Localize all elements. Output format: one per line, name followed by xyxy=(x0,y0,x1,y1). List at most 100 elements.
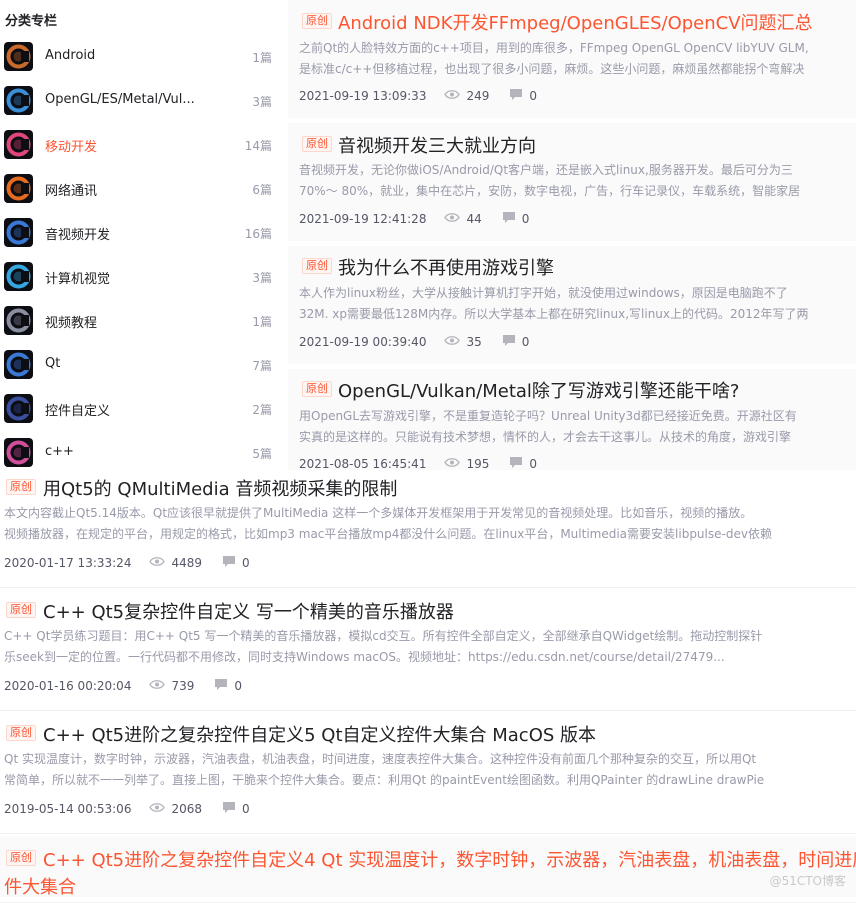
divider xyxy=(0,587,856,588)
article-summary-line: 之前Qt的人脸特效方面的c++项目，用到的库很多，FFmpeg OpenGL O… xyxy=(299,41,809,55)
comment-icon xyxy=(222,555,236,571)
sidebar-item-count: 1篇 xyxy=(252,51,272,65)
article-summary-line: C++ Qt学员练习题目：用C++ Qt5 写一个精美的音乐播放器，模拟cd交互… xyxy=(4,629,763,643)
article-card[interactable]: 原创 C++ Qt5复杂控件自定义 写一个精美的音乐播放器 C++ Qt学员练习题目… xyxy=(0,593,856,705)
article-title[interactable]: C++ Qt5复杂控件自定义 写一个精美的音乐播放器 xyxy=(43,598,454,624)
original-tag: 原创 xyxy=(6,850,36,866)
publish-date: 2021-09-19 13:09:33 xyxy=(299,89,427,103)
category-thumbnail xyxy=(4,130,33,159)
article-summary-line: 本人作为linux粉丝，大学从接触计算机打字开始，就没使用过windows，原因… xyxy=(299,286,788,300)
comment-count: 0 xyxy=(242,802,250,816)
sidebar-item-count: 5篇 xyxy=(252,447,272,461)
view-count: 249 xyxy=(466,89,490,103)
article-card[interactable]: 原创 C++ Qt5进阶之复杂控件自定义4 Qt 实现温度计，数字时钟，示波器，汽… xyxy=(0,837,856,897)
category-thumbnail xyxy=(4,350,33,379)
article-title[interactable]: C++ Qt5进阶之复杂控件自定义5 Qt自定义控件大集合 MacOS 版本 xyxy=(43,721,596,747)
article-card[interactable]: 原创 用Qt5的 QMultiMedia 音频视频采集的限制本文内容截止Qt5.1… xyxy=(0,470,856,582)
original-tag: 原创 xyxy=(6,725,36,741)
sidebar-item[interactable]: 网络通讯 6篇 xyxy=(0,167,284,211)
category-thumbnail xyxy=(4,42,33,71)
sidebar-item-label: 网络通讯 xyxy=(45,184,98,199)
sidebar-item[interactable]: Qt 7篇 xyxy=(0,343,284,387)
publish-date: 2019-05-14 00:53:06 xyxy=(4,802,132,816)
sidebar-item-count: 3篇 xyxy=(252,95,272,109)
sidebar-item[interactable]: OpenGL/ES/Metal/Vul... 3篇 xyxy=(0,79,284,123)
sidebar-item-count: 16篇 xyxy=(244,227,272,241)
sidebar-item[interactable]: c++ 5篇 xyxy=(0,431,284,470)
article-meta: 2021-08-05 16:45:41 195 0 xyxy=(299,456,537,470)
original-tag: 原创 xyxy=(6,479,36,495)
sidebar-item[interactable]: Android 1篇 xyxy=(0,35,284,79)
sidebar-item[interactable]: 音视频开发 16篇 xyxy=(0,211,284,255)
category-thumbnail xyxy=(4,174,33,203)
comment-count: 0 xyxy=(234,679,242,693)
article-title[interactable]: 我为什么不再使用游戏引擎 xyxy=(338,254,554,280)
article-card[interactable]: 原创 我为什么不再使用游戏引擎 本人作为linux粉丝，大学从接触计算机打字开始，就… xyxy=(288,246,856,364)
sidebar-item-label: Qt xyxy=(45,356,61,371)
sidebar-item-label: Android xyxy=(45,48,96,63)
article-summary-line: 本文内容截止Qt5.14版本。Qt应该很早就提供了MultiMedia 这样一个… xyxy=(4,506,753,520)
eye-icon xyxy=(149,556,166,570)
divider xyxy=(0,710,856,711)
article-summary-line: 是标准c/c++但移植过程，也出现了很多小问题，麻烦。这些小问题，麻烦虽然都能拐… xyxy=(299,62,805,76)
article-title-continued[interactable]: 件大集合 xyxy=(4,873,76,897)
article-summary-line: 用OpenGL去写游戏引擎，不是重复造轮子吗？Unreal Unity3d都已经… xyxy=(299,409,797,423)
article-meta: 2021-09-19 12:41:28 44 0 xyxy=(299,211,529,227)
article-title[interactable]: 用Qt5的 QMultiMedia 音频视频采集的限制 xyxy=(43,475,397,501)
sidebar-item[interactable]: 计算机视觉 3篇 xyxy=(0,255,284,299)
comment-count: 0 xyxy=(242,556,250,570)
article-meta: 2021-09-19 00:39:40 35 0 xyxy=(299,334,529,350)
article-summary-line: 常简单，所以就不一一列举了。直接上图，干脆来个控件大集合。要点：利用Qt 的pa… xyxy=(4,773,765,787)
comment-icon xyxy=(222,801,236,817)
article-summary-line: 70%～ 80%，就业，集中在芯片，安防，数字电视，广告，行车记录仪，车载系统，… xyxy=(299,184,801,198)
eye-icon xyxy=(149,802,166,816)
sidebar-item-label: 视频教程 xyxy=(45,316,98,331)
sidebar-title: 分类专栏 xyxy=(5,14,58,29)
sidebar-item-label: 控件自定义 xyxy=(45,404,111,419)
sidebar-item-count: 2篇 xyxy=(252,403,272,417)
article-card[interactable]: 原创 Android NDK开发FFmpeg/OpenGLES/OpenCV问题汇… xyxy=(288,0,856,118)
original-tag: 原创 xyxy=(302,13,332,29)
sidebar-item-count: 1篇 xyxy=(252,315,272,329)
article-title[interactable]: OpenGL/Vulkan/Metal除了写游戏引擎还能干啥? xyxy=(338,377,739,403)
view-count: 2068 xyxy=(171,802,202,816)
article-card[interactable]: 原创 C++ Qt5进阶之复杂控件自定义5 Qt自定义控件大集合 MacOS 版本… xyxy=(0,716,856,828)
category-sidebar: 分类专栏 Android 1篇 OpenGL/ES/Metal/Vul... 3篇 移动… xyxy=(0,0,284,470)
article-meta: 2021-09-19 13:09:33 249 0 xyxy=(299,88,537,104)
article-summary-line: 32M. xp需要最低128M内存。所以大学基本上都在研究linux,写linu… xyxy=(299,307,809,321)
article-card[interactable]: 原创 OpenGL/Vulkan/Metal除了写游戏引擎还能干啥? 用OpenGL… xyxy=(288,369,856,470)
eye-icon xyxy=(444,457,461,470)
view-count: 4489 xyxy=(171,556,202,570)
sidebar-item-label: 音视频开发 xyxy=(45,228,111,243)
comment-icon xyxy=(214,678,228,694)
sidebar-item[interactable]: 控件自定义 2篇 xyxy=(0,387,284,431)
publish-date: 2021-08-05 16:45:41 xyxy=(299,457,427,470)
sidebar-item-label: 移动开发 xyxy=(45,140,98,155)
sidebar-item-count: 6篇 xyxy=(252,183,272,197)
category-thumbnail xyxy=(4,394,33,423)
publish-date: 2021-09-19 12:41:28 xyxy=(299,212,427,226)
sidebar-item-count: 14篇 xyxy=(244,139,272,153)
article-title[interactable]: 音视频开发三大就业方向 xyxy=(338,132,536,158)
sidebar-item[interactable]: 移动开发 14篇 xyxy=(0,123,284,167)
article-meta: 2019-05-14 00:53:06 2068 0 xyxy=(4,801,250,817)
comment-icon xyxy=(509,88,523,104)
comment-icon xyxy=(502,334,516,350)
original-tag: 原创 xyxy=(302,381,332,397)
sidebar-item-count: 3篇 xyxy=(252,271,272,285)
article-summary-line: 乐seek到一定的位置。一行代码都不用修改，同时支持Windows macOS。… xyxy=(4,650,725,664)
article-title[interactable]: Android NDK开发FFmpeg/OpenGLES/OpenCV问题汇总 xyxy=(338,9,813,35)
article-title[interactable]: C++ Qt5进阶之复杂控件自定义4 Qt 实现温度计，数字时钟，示波器，汽油表… xyxy=(43,846,856,872)
view-count: 195 xyxy=(466,457,490,470)
article-meta: 2020-01-16 00:20:04 739 0 xyxy=(4,678,242,694)
sidebar-item[interactable]: 视频教程 1篇 xyxy=(0,299,284,343)
article-summary-line: 视频播放器，在规定的平台，用规定的格式，比如mp3 mac平台播放mp4都没什么… xyxy=(4,527,772,541)
view-count: 44 xyxy=(466,212,482,226)
publish-date: 2020-01-16 00:20:04 xyxy=(4,679,132,693)
article-card[interactable]: 原创 音视频开发三大就业方向 音视频开发，无论你做iOS/Android/Qt客户端… xyxy=(288,123,856,241)
view-count: 739 xyxy=(171,679,195,693)
publish-date: 2021-09-19 00:39:40 xyxy=(299,335,427,349)
sidebar-item-label: OpenGL/ES/Metal/Vul... xyxy=(45,92,195,107)
comment-count: 0 xyxy=(521,335,530,349)
article-summary-line: 实真的是这样的。只能说有技术梦想，情怀的人，才会去干这事儿。从技术的角度，游戏引… xyxy=(299,430,792,444)
